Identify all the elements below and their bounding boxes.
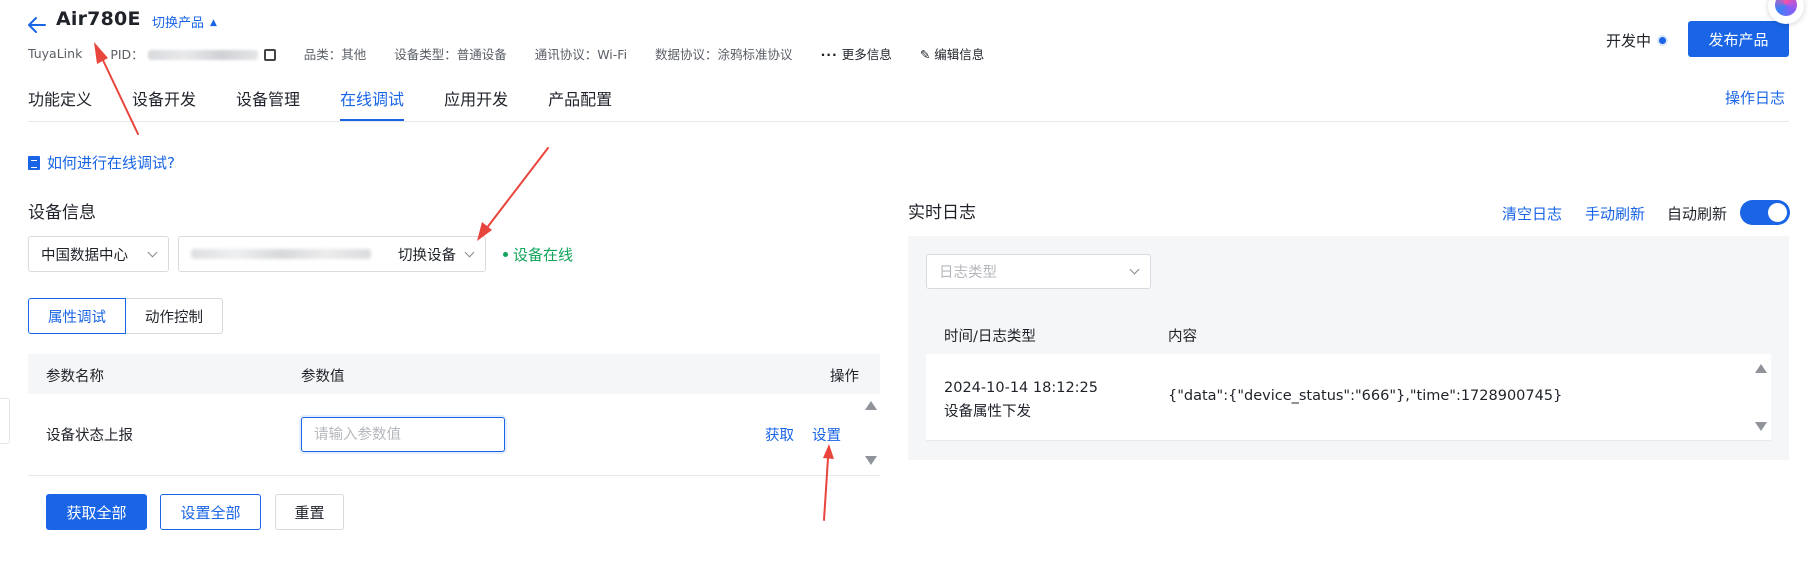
auto-refresh-label: 自动刷新 [1667,205,1728,223]
manual-refresh-button[interactable]: 手动刷新 [1585,203,1645,224]
tab-action-control[interactable]: 动作控制 [126,298,223,334]
header-operation: 操作 [830,369,859,385]
scroll-up-icon[interactable] [865,401,877,410]
param-value-input[interactable] [301,417,505,452]
howto-debug-link[interactable]: 如何进行在线调试? [28,152,175,173]
howto-label: 如何进行在线调试? [47,154,175,172]
get-button[interactable]: 获取 [765,424,794,445]
log-type-placeholder: 日志类型 [939,265,997,281]
row-divider [926,440,1771,441]
log-entry-time: 2024-10-14 18:12:25 设备属性下发 [944,376,1098,424]
realtime-log-title: 实时日志 [908,203,976,223]
table-row: 设备状态上报 获取 设置 [28,394,880,476]
tab-device-management[interactable]: 设备管理 [236,86,300,121]
more-info-label: 更多信息 [841,46,892,62]
pid-label: PID： [110,46,144,62]
reset-button[interactable]: 重置 [275,494,344,530]
header-param-name: 参数名称 [46,369,104,385]
param-table-header: 参数名称 参数值 操作 [28,354,880,394]
param-name: 设备状态上报 [46,428,133,444]
switch-product-button[interactable]: 切换产品 ▲︎ [152,12,217,31]
get-all-button[interactable]: 获取全部 [46,494,147,530]
device-id-blurred [191,249,371,259]
platform-label: TuyaLink [28,45,83,61]
sort-caret-icon: ▲︎ [210,18,217,28]
log-table-header: 时间/日志类型 内容 [926,314,1771,354]
pid-value-blurred [147,50,258,60]
log-entry-content: {"data":{"device_status":"666"},"time":1… [1168,388,1563,404]
dev-status-label: 开发中 [1606,32,1652,50]
chevron-down-icon [147,247,158,257]
header-content: 内容 [1168,329,1197,345]
pid-field: PID： [110,44,276,63]
edit-info-link[interactable]: ✎ 编辑信息 [920,44,984,63]
device-select[interactable]: 切换设备 [178,236,486,272]
dev-status: 开发中 [1606,30,1667,51]
log-type-select[interactable]: 日志类型 [926,254,1151,289]
tab-function-definition[interactable]: 功能定义 [28,86,92,121]
data-center-value: 中国数据中心 [41,247,128,264]
pencil-icon: ✎ [919,46,931,62]
data-center-select[interactable]: 中国数据中心 [28,236,169,272]
header-time-type: 时间/日志类型 [944,329,1036,345]
category-label: 品类：其他 [303,46,367,62]
device-online-status: 设备在线 [503,244,573,265]
side-drawer-handle[interactable] [0,398,10,444]
comm-protocol-label: 通讯协议：Wi-Fi [534,46,628,62]
clear-log-button[interactable]: 清空日志 [1502,203,1562,224]
online-label: 设备在线 [513,246,574,264]
tab-app-development[interactable]: 应用开发 [444,86,508,121]
product-name: Air780E [56,8,141,30]
tab-online-debug[interactable]: 在线调试 [340,86,405,121]
log-timestamp: 2024-10-14 18:12:25 [944,380,1098,396]
device-type-label: 设备类型：普通设备 [394,46,507,62]
status-dot-icon [1659,37,1667,44]
log-table: 时间/日志类型 内容 2024-10-14 18:12:25 设备属性下发 {"… [926,314,1771,441]
back-arrow-icon[interactable] [26,14,48,36]
tab-product-config[interactable]: 产品配置 [548,86,612,121]
auto-refresh-toggle[interactable] [1740,200,1790,225]
tabs-divider [28,121,1789,122]
switch-product-label: 切换产品 [152,16,205,31]
online-dot-icon [503,252,508,257]
more-info-link[interactable]: ··· 更多信息 [821,44,892,63]
main-tabs: 功能定义 设备开发 设备管理 在线调试 应用开发 产品配置 [28,86,652,121]
tab-property-debug[interactable]: 属性调试 [28,298,126,334]
scroll-down-icon[interactable] [1755,422,1767,431]
data-protocol-label: 数据协议：涂鸦标准协议 [655,46,793,62]
edit-info-label: 编辑信息 [934,46,985,62]
copy-icon[interactable] [263,49,276,61]
switch-device: 切换设备 [398,244,475,265]
scroll-down-icon[interactable] [865,456,877,465]
operation-log-link[interactable]: 操作日志 [1725,87,1785,108]
document-icon [28,155,40,170]
tab-device-development[interactable]: 设备开发 [132,86,196,121]
chevron-down-icon [464,247,475,257]
set-all-button[interactable]: 设置全部 [160,494,261,530]
product-meta-row: TuyaLink PID： 品类：其他 设备类型：普通设备 通讯协议：Wi-Fi… [28,44,1012,62]
more-dots-icon: ··· [820,46,838,62]
header-param-value: 参数值 [301,369,345,385]
publish-product-button[interactable]: 发布产品 [1688,21,1789,57]
chevron-down-icon [1129,264,1140,275]
set-button[interactable]: 设置 [812,424,841,445]
annotation-arrow-device [485,147,549,230]
device-info-title: 设备信息 [28,203,96,223]
switch-device-label: 切换设备 [398,247,456,264]
log-type: 设备属性下发 [944,404,1031,420]
scroll-up-icon[interactable] [1755,364,1767,373]
debug-mode-segment: 属性调试 动作控制 [28,298,223,334]
